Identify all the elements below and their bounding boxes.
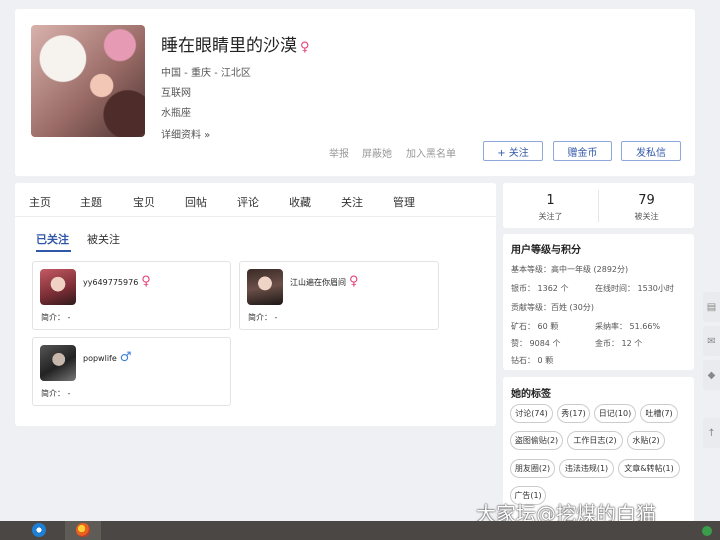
firefox-icon[interactable]: [76, 523, 90, 537]
ore-count: 矿石： 60 颗: [511, 322, 559, 331]
tab-favorites[interactable]: 收藏: [289, 194, 311, 210]
tab-follow[interactable]: 关注: [341, 194, 363, 210]
likes-count: 赞： 9084 个: [511, 339, 561, 348]
follow-intro: 简介： -: [248, 313, 278, 322]
profile-zodiac: 水瓶座: [161, 108, 191, 119]
follow-avatar[interactable]: [40, 345, 76, 381]
follow-name[interactable]: yy649775976 ♀: [83, 274, 151, 289]
taskbar: [0, 521, 720, 540]
follow-card[interactable]: yy649775976 ♀ 简介： -: [32, 261, 231, 330]
tray-icon[interactable]: [702, 526, 712, 536]
follow-intro: 简介： -: [41, 389, 71, 398]
tag-chip[interactable]: 朋友圈(2): [510, 459, 555, 478]
active-subtab-underline: [36, 250, 71, 252]
female-icon: ♀: [300, 40, 310, 55]
tab-comments[interactable]: 评论: [237, 194, 259, 210]
follow-stats: 1 关注了 79 被关注: [503, 183, 694, 228]
profile-industry: 互联网: [161, 88, 191, 99]
tag-chip[interactable]: 违法违规(1): [559, 459, 614, 478]
send-message-button[interactable]: 发私信: [621, 141, 681, 161]
report-link[interactable]: 举报: [329, 145, 349, 160]
tab-threads[interactable]: 主题: [80, 194, 102, 210]
follow-card[interactable]: 江山遍在你眉间 ♀ 简介： -: [239, 261, 439, 330]
follow-intro: 简介： -: [41, 313, 71, 322]
basic-level: 基本等级：高中一年级 (2892分): [511, 265, 629, 274]
profile-tabs: 主页 主题 宝贝 回帖 评论 收藏 关注 管理: [15, 183, 496, 217]
tag-chip[interactable]: 文章&转帖(1): [618, 459, 680, 478]
follow-button[interactable]: + 关注: [483, 141, 543, 161]
follow-name[interactable]: 江山遍在你眉间 ♀: [290, 274, 359, 289]
follow-avatar[interactable]: [247, 269, 283, 305]
silver-coins: 银币： 1362 个: [511, 284, 569, 293]
tag-chip[interactable]: 日记(10): [594, 404, 636, 423]
back-to-top-icon[interactable]: ↑: [703, 418, 720, 448]
subtab-followers[interactable]: 被关注: [87, 231, 120, 247]
following-count[interactable]: 1 关注了: [503, 193, 598, 222]
tag-chip[interactable]: 讨论(74): [510, 404, 553, 423]
tab-manage[interactable]: 管理: [393, 194, 415, 210]
online-time: 在线时间： 1530小时: [595, 284, 674, 293]
contribution-level: 贡献等级：百姓 (30分): [511, 303, 594, 312]
profile-avatar[interactable]: [31, 25, 145, 137]
adoption-rate: 采纳率： 51.66%: [595, 322, 661, 331]
female-icon: ♀: [349, 274, 359, 289]
gift-coin-button[interactable]: 赠金币: [553, 141, 612, 161]
level-title: 用户等级与积分: [511, 245, 581, 256]
tag-chip[interactable]: 秀(17): [557, 404, 590, 423]
tag-chip[interactable]: 吐槽(7): [640, 404, 678, 423]
print-icon[interactable]: ▤: [703, 292, 720, 322]
tag-chip[interactable]: 盗图偷贴(2): [510, 431, 563, 450]
edge-browser-icon[interactable]: [32, 523, 46, 537]
follow-avatar[interactable]: [40, 269, 76, 305]
follow-card[interactable]: popwlife ♂ 简介： -: [32, 337, 231, 406]
female-icon: ♀: [141, 274, 151, 289]
mail-icon[interactable]: ✉: [703, 326, 720, 356]
profile-card: 睡在眼睛里的沙漠 ♀ 中国 - 重庆 - 江北区 互联网 水瓶座 详细资料 » 举…: [15, 9, 695, 176]
tags-title: 她的标签: [511, 389, 551, 400]
subtab-following[interactable]: 已关注: [36, 231, 69, 247]
level-panel: 用户等级与积分 基本等级：高中一年级 (2892分) 银币： 1362 个 在线…: [503, 234, 694, 370]
profile-location: 中国 - 重庆 - 江北区: [161, 68, 251, 79]
tab-items[interactable]: 宝贝: [133, 194, 155, 210]
profile-name: 睡在眼睛里的沙漠 ♀: [161, 36, 310, 56]
follow-name[interactable]: popwlife ♂: [83, 350, 131, 365]
gold-coins: 金币： 12 个: [595, 339, 643, 348]
details-link[interactable]: 详细资料 »: [161, 126, 210, 141]
tag-chip[interactable]: 水贴(2): [627, 431, 665, 450]
blacklist-link[interactable]: 加入黑名单: [406, 145, 456, 160]
block-link[interactable]: 屏蔽她: [362, 145, 392, 160]
followers-count[interactable]: 79 被关注: [599, 193, 694, 222]
male-icon: ♂: [119, 350, 132, 365]
tab-home[interactable]: 主页: [29, 194, 51, 210]
diamond-count: 钻石： 0 颗: [511, 356, 554, 365]
active-taskbar-slot[interactable]: [65, 521, 101, 540]
tag-chip[interactable]: 工作日志(2): [567, 431, 623, 450]
main-panel: 主页 主题 宝贝 回帖 评论 收藏 关注 管理 已关注 被关注 yy649775…: [15, 183, 496, 426]
bell-icon[interactable]: ◆: [703, 360, 720, 390]
tab-replies[interactable]: 回帖: [185, 194, 207, 210]
